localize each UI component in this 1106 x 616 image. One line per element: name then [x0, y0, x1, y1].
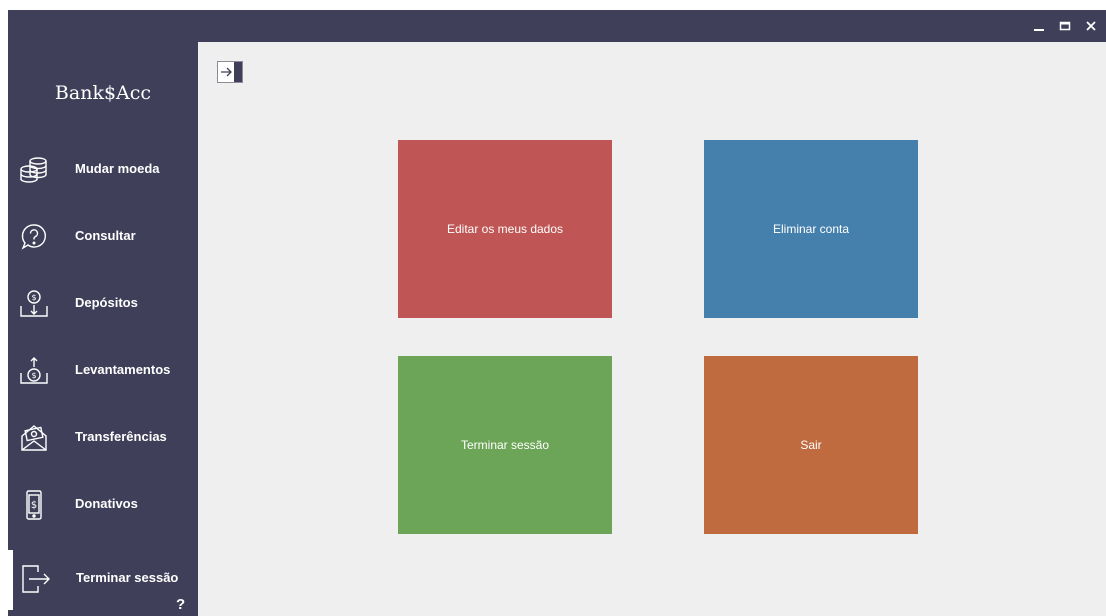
sidebar-item-label: Terminar sessão — [76, 570, 179, 585]
tile-label: Terminar sessão — [460, 438, 550, 452]
logout-icon — [20, 563, 52, 595]
sidebar-item-label: Donativos — [75, 496, 138, 511]
title-bar — [8, 10, 1106, 42]
sidebar: Bank$Acc Mudar moeda Consultar $ Depósit… — [8, 42, 198, 616]
sidebar-item-label: Mudar moeda — [75, 161, 160, 176]
app-logo: Bank$Acc — [54, 82, 152, 104]
sidebar-item-label: Depósitos — [75, 295, 138, 310]
sidebar-item-label: Transferências — [75, 429, 167, 444]
tile-label: Sair — [800, 438, 822, 452]
svg-text:$: $ — [31, 500, 37, 511]
sidebar-item-donativos[interactable]: $ Donativos — [8, 480, 198, 530]
close-icon — [1086, 21, 1096, 31]
active-indicator — [8, 550, 13, 610]
svg-text:$: $ — [31, 371, 36, 380]
coins-icon — [18, 154, 50, 186]
sidebar-item-depositos[interactable]: $ Depósitos — [8, 279, 198, 329]
deposit-icon: $ — [18, 288, 50, 320]
maximize-icon — [1059, 21, 1071, 31]
arrow-right-icon — [221, 67, 232, 77]
sidebar-item-terminar-sessao[interactable]: Terminar sessão — [8, 547, 198, 613]
help-button[interactable]: ? — [176, 596, 185, 613]
sidebar-item-transferencias[interactable]: Transferências — [8, 413, 198, 463]
toggle-bar — [234, 62, 242, 82]
phone-dollar-icon: $ — [18, 489, 50, 521]
sidebar-item-label: Levantamentos — [75, 362, 171, 377]
exit-button[interactable]: Sair — [704, 356, 918, 534]
delete-account-button[interactable]: Eliminar conta — [704, 140, 918, 318]
sidebar-item-label: Consultar — [75, 228, 136, 243]
withdraw-icon: $ — [18, 355, 50, 387]
end-session-button[interactable]: Terminar sessão — [398, 356, 612, 534]
minimize-button[interactable] — [1028, 16, 1050, 36]
app-window: Bank$Acc Mudar moeda Consultar $ Depósit… — [8, 10, 1106, 616]
sidebar-toggle-button[interactable] — [217, 61, 243, 83]
sidebar-item-levantamentos[interactable]: $ Levantamentos — [8, 346, 198, 396]
question-chat-icon — [18, 221, 50, 253]
close-button[interactable] — [1080, 16, 1102, 36]
sidebar-item-mudar-moeda[interactable]: Mudar moeda — [8, 145, 198, 195]
svg-text:$: $ — [31, 293, 36, 302]
money-envelope-icon — [18, 422, 50, 454]
edit-my-data-button[interactable]: Editar os meus dados — [398, 140, 612, 318]
maximize-button[interactable] — [1054, 16, 1076, 36]
tile-label: Eliminar conta — [772, 222, 850, 236]
sidebar-item-consultar[interactable]: Consultar — [8, 212, 198, 262]
minimize-icon — [1034, 29, 1044, 31]
tile-label: Editar os meus dados — [446, 222, 564, 236]
